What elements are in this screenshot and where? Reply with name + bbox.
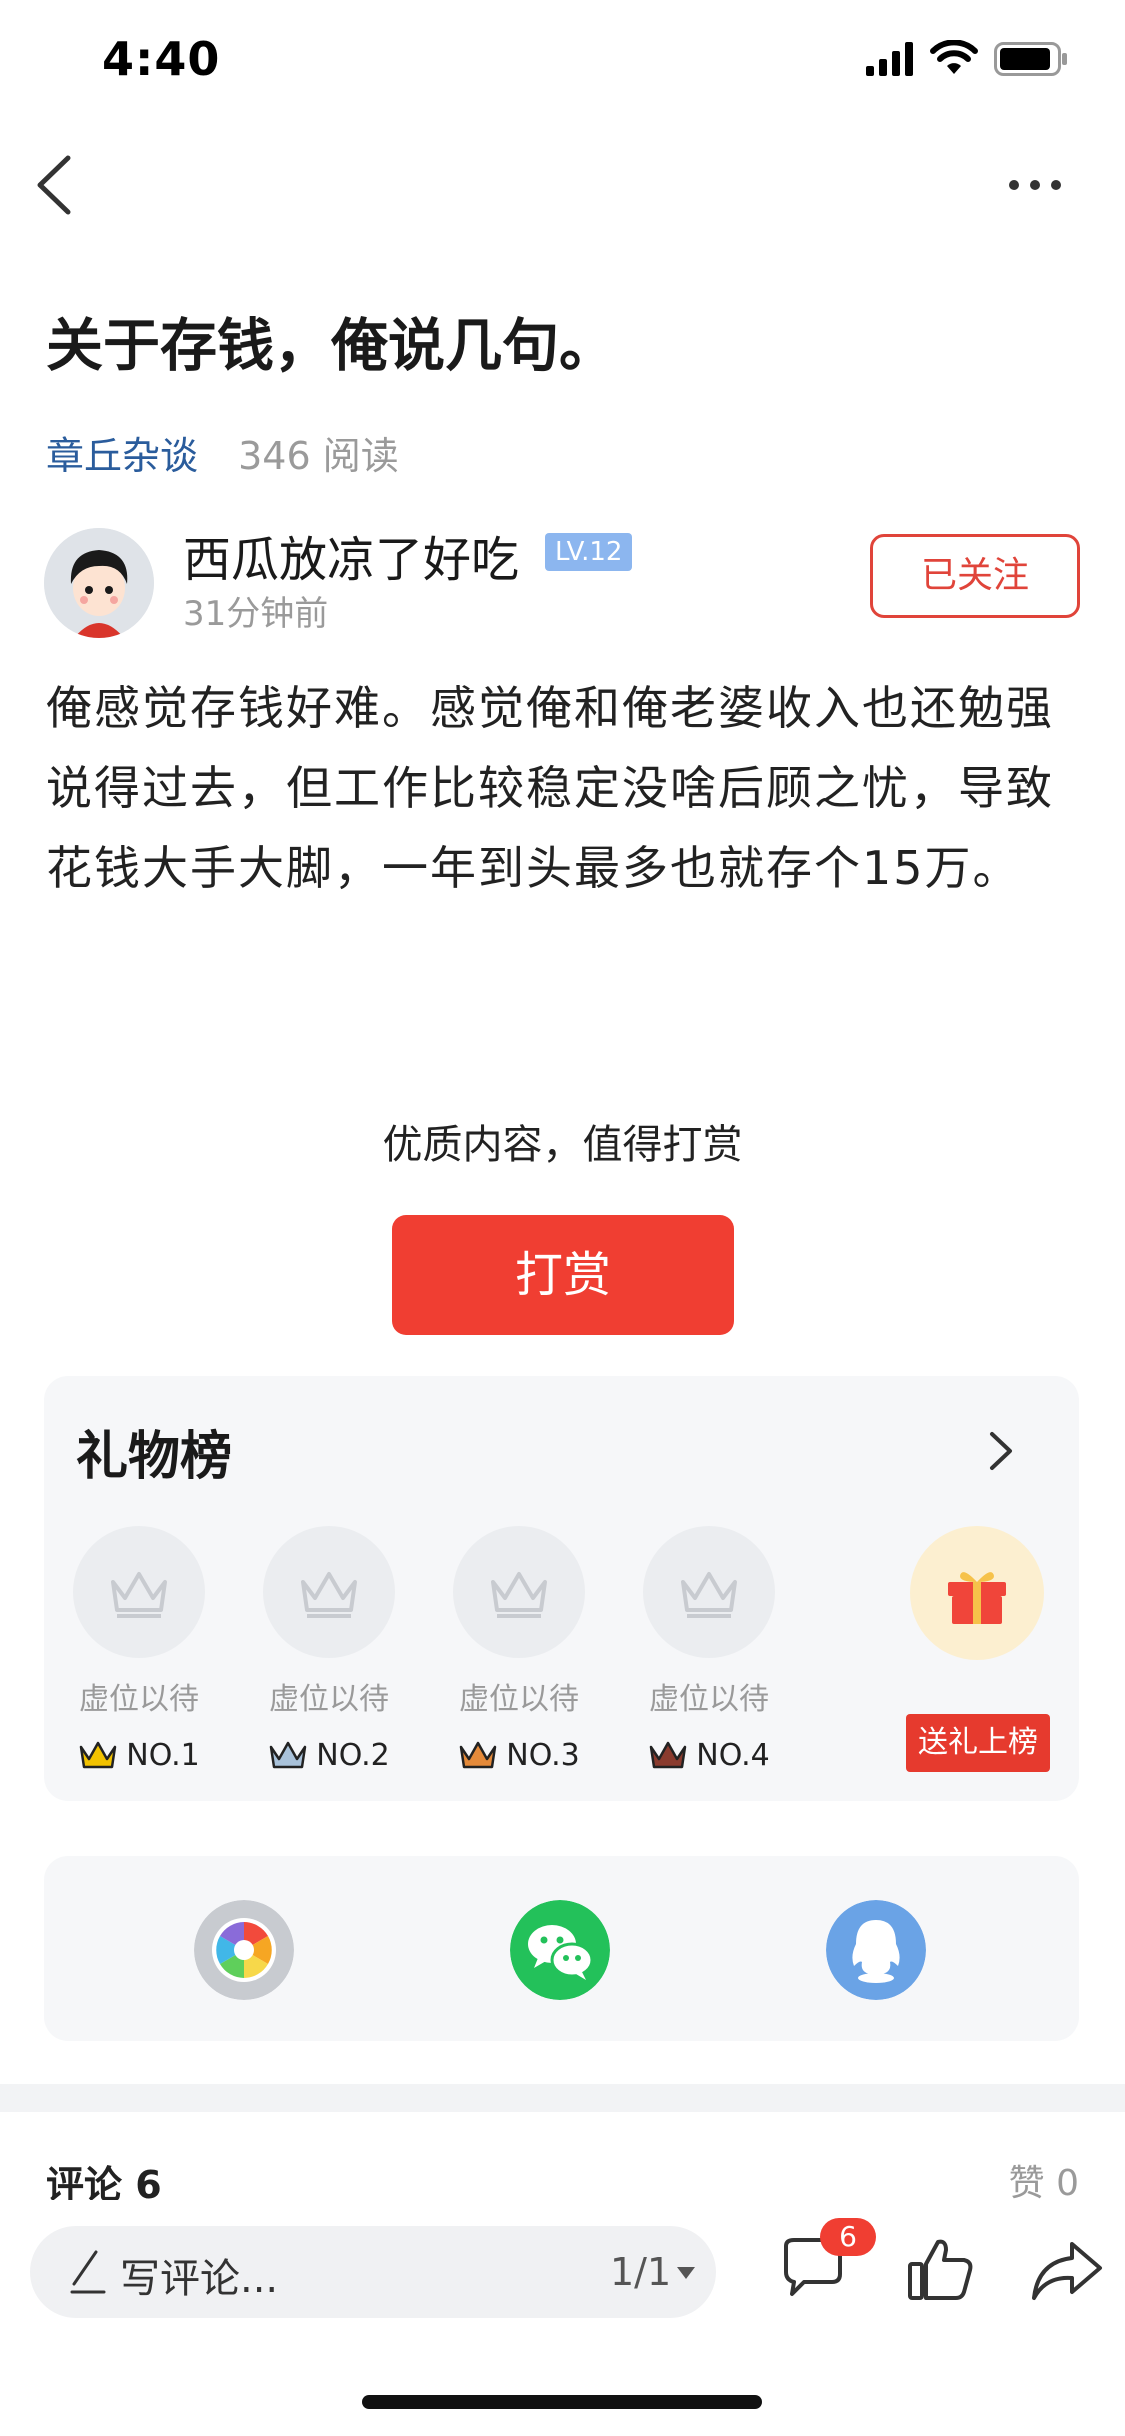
silver-crown-icon xyxy=(270,1741,307,1768)
status-time: 4:40 xyxy=(102,32,221,86)
author-avatar[interactable] xyxy=(44,528,154,638)
comment-input[interactable]: 写评论... 1/1 xyxy=(30,2226,716,2318)
moments-icon[interactable] xyxy=(194,1900,294,2000)
gift-button[interactable] xyxy=(910,1526,1044,1660)
rank-label: NO.3 xyxy=(506,1738,580,1773)
rank-label: NO.2 xyxy=(316,1738,390,1773)
slot-rank: NO.4 xyxy=(614,1738,804,1773)
back-button[interactable] xyxy=(28,150,88,220)
share-arrow-icon[interactable] xyxy=(1030,2234,1104,2308)
page-indicator[interactable]: 1/1 xyxy=(610,2250,671,2294)
comment-count-badge: 6 xyxy=(820,2218,876,2256)
qq-icon[interactable] xyxy=(826,1900,926,2000)
wechat-icon[interactable] xyxy=(510,1900,610,2000)
gift-slot-1[interactable]: 虚位以待 NO.1 xyxy=(44,1526,234,1773)
dark-crown-icon xyxy=(650,1741,687,1768)
gift-slot-2[interactable]: 虚位以待 NO.2 xyxy=(234,1526,424,1773)
empty-slot-avatar xyxy=(643,1526,775,1658)
article-meta: 章丘杂谈 346 阅读 xyxy=(46,425,399,480)
share-panel xyxy=(44,1856,1079,2041)
likes-header: 赞 0 xyxy=(1008,2163,1079,2204)
slot-rank: NO.1 xyxy=(44,1738,234,1773)
article-body: 俺感觉存钱好难。感觉俺和俺老婆收入也还勉强说得过去，但工作比较稳定没啥后顾之忧，… xyxy=(46,681,1054,895)
slot-rank: NO.3 xyxy=(424,1738,614,1773)
empty-slot-avatar xyxy=(73,1526,205,1658)
level-badge: LV.12 xyxy=(545,533,633,571)
channel-link[interactable]: 章丘杂谈 xyxy=(46,434,198,478)
wifi-icon xyxy=(930,40,978,74)
slot-label: 虚位以待 xyxy=(649,1682,769,1717)
slot-label: 虚位以待 xyxy=(269,1682,389,1717)
slot-label: 虚位以待 xyxy=(459,1682,579,1717)
follow-button[interactable]: 已关注 xyxy=(870,534,1080,618)
gift-board-title: 礼物榜 xyxy=(76,1427,233,1487)
chevron-right-icon[interactable] xyxy=(980,1428,1020,1474)
slot-rank: NO.2 xyxy=(234,1738,424,1773)
empty-slot-avatar xyxy=(263,1526,395,1658)
avatar-cartoon-icon xyxy=(44,528,154,638)
reward-button[interactable]: 打赏 xyxy=(392,1215,734,1335)
slot-label: 虚位以待 xyxy=(79,1682,199,1717)
caret-down-icon[interactable] xyxy=(676,2266,696,2280)
gift-slot-4[interactable]: 虚位以待 NO.4 xyxy=(614,1526,804,1773)
crown-outline-icon xyxy=(681,1572,737,1618)
gift-slot-3[interactable]: 虚位以待 NO.3 xyxy=(424,1526,614,1773)
reward-prompt: 优质内容，值得打赏 xyxy=(382,1122,743,1168)
article-page: 4:40 关于存钱，俺说几句。 章丘杂谈 346 阅读 西瓜放凉了好吃 LV.1… xyxy=(0,0,1125,2436)
article-title: 关于存钱，俺说几句。 xyxy=(46,313,616,379)
gift-box-icon xyxy=(948,1572,1006,1624)
post-time: 31分钟前 xyxy=(183,594,329,634)
comment-placeholder: 写评论... xyxy=(120,2256,279,2302)
empty-slot-avatar xyxy=(453,1526,585,1658)
gift-board: 礼物榜 虚位以待 NO.1 虚位以待 NO.2 虚位以待 NO.3 虚位以待 N… xyxy=(44,1376,1079,1801)
gold-crown-icon xyxy=(80,1741,117,1768)
author-name[interactable]: 西瓜放凉了好吃 xyxy=(183,520,519,590)
more-options-button[interactable] xyxy=(1000,160,1070,210)
rank-label: NO.4 xyxy=(696,1738,770,1773)
bronze-crown-icon xyxy=(460,1741,497,1768)
cellular-signal-icon xyxy=(866,42,913,76)
thumbs-up-icon[interactable] xyxy=(904,2234,978,2308)
crown-outline-icon xyxy=(491,1572,547,1618)
battery-icon xyxy=(994,42,1067,76)
rank-label: NO.1 xyxy=(126,1738,200,1773)
pen-icon xyxy=(70,2250,106,2294)
send-gift-button[interactable]: 送礼上榜 xyxy=(906,1714,1050,1772)
home-indicator[interactable] xyxy=(362,2395,762,2409)
crown-outline-icon xyxy=(301,1572,357,1618)
crown-outline-icon xyxy=(111,1572,167,1618)
read-count: 346 阅读 xyxy=(238,434,399,478)
status-bar: 4:40 xyxy=(0,0,1125,120)
section-divider xyxy=(0,2084,1125,2112)
